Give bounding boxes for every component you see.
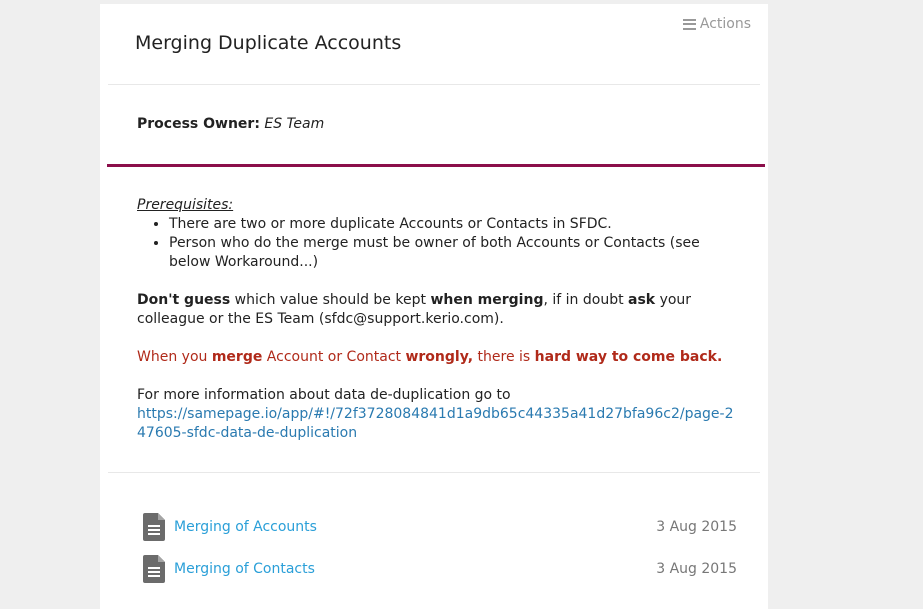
advice-text: which value should be kept bbox=[230, 292, 431, 308]
warning-text: When you bbox=[137, 349, 212, 365]
accent-divider bbox=[107, 164, 765, 167]
document-date: 3 Aug 2015 bbox=[656, 519, 737, 535]
page-title: Merging Duplicate Accounts bbox=[135, 32, 402, 54]
warning-paragraph: When you merge Account or Contact wrongl… bbox=[137, 348, 737, 367]
actions-label: Actions bbox=[699, 16, 751, 32]
advice-paragraph: Don't guess which value should be kept w… bbox=[137, 291, 737, 329]
list-item: Merging of Contacts 3 Aug 2015 bbox=[143, 548, 737, 590]
prerequisites-list: There are two or more duplicate Accounts… bbox=[137, 215, 737, 272]
advice-bold: when merging bbox=[430, 292, 544, 308]
document-link[interactable]: Merging of Accounts bbox=[174, 519, 317, 535]
list-item: Person who do the merge must be owner of… bbox=[169, 234, 737, 272]
prerequisites-heading: Prerequisites: bbox=[137, 197, 234, 213]
list-item: There are two or more duplicate Accounts… bbox=[169, 215, 737, 234]
warning-bold: merge bbox=[211, 349, 263, 365]
document-list: Merging of Accounts 3 Aug 2015 Merging o… bbox=[143, 506, 737, 590]
process-owner-label: Process Owner: bbox=[137, 116, 260, 132]
page-card: Actions Merging Duplicate Accounts Proce… bbox=[100, 4, 768, 609]
list-item: Merging of Accounts 3 Aug 2015 bbox=[143, 506, 737, 548]
document-icon bbox=[143, 555, 165, 583]
document-date: 3 Aug 2015 bbox=[656, 561, 737, 577]
advice-text: , if in doubt bbox=[543, 292, 629, 308]
dedup-page-link[interactable]: https://samepage.io/app/#!/72f3728084841… bbox=[137, 406, 734, 441]
warning-bold: hard way to come back. bbox=[534, 349, 723, 365]
warning-text: there is bbox=[473, 349, 535, 365]
warning-text: Account or Contact bbox=[262, 349, 406, 365]
document-icon bbox=[143, 513, 165, 541]
more-info-text: For more information about data de-dupli… bbox=[137, 387, 511, 403]
description-content: Prerequisites: There are two or more dup… bbox=[137, 196, 737, 443]
process-owner: Process Owner: ES Team bbox=[137, 116, 324, 132]
content-divider bbox=[108, 472, 760, 473]
actions-menu-button[interactable]: Actions bbox=[682, 16, 751, 32]
advice-bold: ask bbox=[628, 292, 656, 308]
process-owner-value: ES Team bbox=[264, 116, 325, 132]
header-divider bbox=[108, 84, 760, 85]
advice-bold: Don't guess bbox=[137, 292, 231, 308]
hamburger-icon bbox=[682, 18, 696, 30]
document-link[interactable]: Merging of Contacts bbox=[174, 561, 315, 577]
warning-bold: wrongly, bbox=[405, 349, 474, 365]
